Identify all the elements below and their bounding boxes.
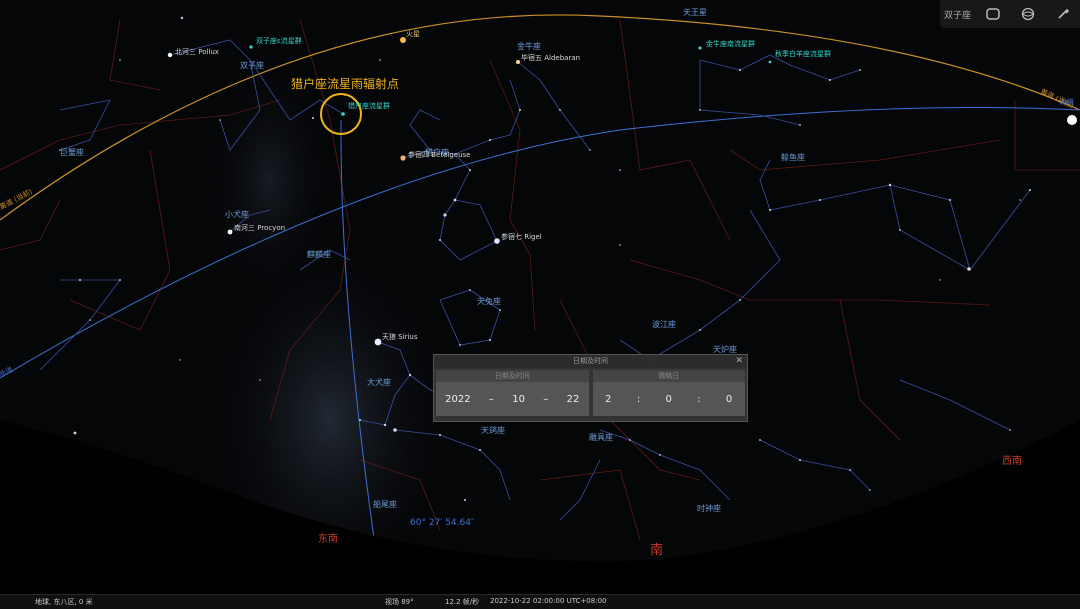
- cardinal-southwest: 西南: [1002, 454, 1022, 467]
- lepus-label: 天兔座: [477, 296, 501, 306]
- time-separator: :: [697, 393, 701, 405]
- planet-uranus-label: 天王星: [683, 8, 707, 17]
- time-section: 儒略日 2 : 0 : 0: [592, 370, 745, 416]
- aries-shower-label: 秋季白羊座流星群: [775, 49, 831, 58]
- view-icon[interactable]: [979, 2, 1007, 26]
- columba-label: 天鸽座: [481, 425, 505, 435]
- rigel-label: 参宿七 Rigel: [501, 232, 542, 241]
- date-separator: –: [488, 393, 494, 405]
- atmosphere-icon[interactable]: [1014, 2, 1042, 26]
- taurid-shower-label: 金牛座南流星群: [706, 39, 755, 48]
- canis-minor-label: 小犬座: [225, 209, 249, 219]
- cancer-label: 巨蟹座: [60, 147, 84, 157]
- planet-mars-label: 火星: [406, 30, 420, 38]
- puppis-label: 船尾座: [373, 499, 397, 509]
- date-section: 日期及时间 2022 – 10 – 22: [436, 370, 589, 416]
- top-toolbar: 双子座: [940, 0, 1080, 28]
- cetus-label: 鲸鱼座: [781, 152, 805, 162]
- close-icon[interactable]: ✕: [735, 355, 743, 368]
- fov-status: 视场 89°: [385, 598, 414, 606]
- eridanus-label: 波江座: [652, 319, 676, 329]
- status-bar: 地球, 东八区, 0 米 视场 89° 12.2 帧/秒 2022-10-22 …: [0, 594, 1080, 609]
- sirius-label: 天狼 Sirius: [382, 332, 418, 341]
- gemini-label: 双子座: [240, 60, 264, 70]
- orionid-shower-label: 猎户座流星群: [348, 101, 390, 110]
- date-header: 日期及时间: [436, 370, 589, 382]
- procyon-label: 南河三 Procyon: [234, 223, 285, 232]
- day-spinner[interactable]: 22: [567, 394, 580, 405]
- minute-spinner[interactable]: 0: [666, 394, 672, 405]
- dialog-title: 日期及时间 ✕: [434, 355, 747, 368]
- fornax-label: 天炉座: [713, 344, 737, 354]
- cardinal-south: 南: [650, 542, 663, 558]
- month-spinner[interactable]: 10: [512, 394, 525, 405]
- hour-spinner[interactable]: 2: [605, 394, 611, 405]
- julian-header: 儒略日: [592, 370, 745, 382]
- taurus-label: 金牛座: [517, 41, 541, 51]
- monoceros-label: 麒麟座: [307, 249, 331, 259]
- second-spinner[interactable]: 0: [726, 394, 732, 405]
- horologium-label: 时钟座: [697, 503, 721, 513]
- altitude-readout: 60° 27′ 54.64″: [410, 518, 475, 528]
- date-separator: –: [543, 393, 549, 405]
- fps-status: 12.2 帧/秒: [445, 598, 480, 606]
- sky-view[interactable]: 猎户座流星雨辐射点 天王星 火星 金牛座 双子座 巨蟹座 小犬座 猎户座 麒麟座…: [0, 0, 1080, 608]
- datetime-dialog[interactable]: 日期及时间 ✕ 日期及时间 2022 – 10 – 22 儒略日 2 : 0 :…: [433, 354, 748, 422]
- canis-major-label: 大犬座: [367, 377, 391, 387]
- toolbar-title: 双子座: [943, 10, 971, 21]
- equator-label-right: 赤道: [1060, 97, 1074, 106]
- gemini-shower-label: 双子座ε流星群: [256, 36, 302, 45]
- settings-icon[interactable]: [1049, 2, 1077, 26]
- radiant-annotation: 猎户座流星雨辐射点: [291, 76, 399, 91]
- cardinal-southeast: 东南: [318, 532, 338, 545]
- time-separator: :: [636, 393, 641, 405]
- pollux-label: 北河三 Pollux: [175, 48, 219, 56]
- aldebaran-label: 毕宿五 Aldebaran: [521, 53, 580, 62]
- year-spinner[interactable]: 2022: [445, 394, 470, 405]
- datetime-status[interactable]: 2022-10-22 02:00:00 UTC+08:00: [490, 597, 606, 605]
- location-status[interactable]: 地球, 东八区, 0 米: [35, 597, 93, 607]
- caelum-label: 雕具座: [589, 432, 613, 442]
- betelgeuse-label: 参宿四 Betelgeuse: [408, 150, 470, 159]
